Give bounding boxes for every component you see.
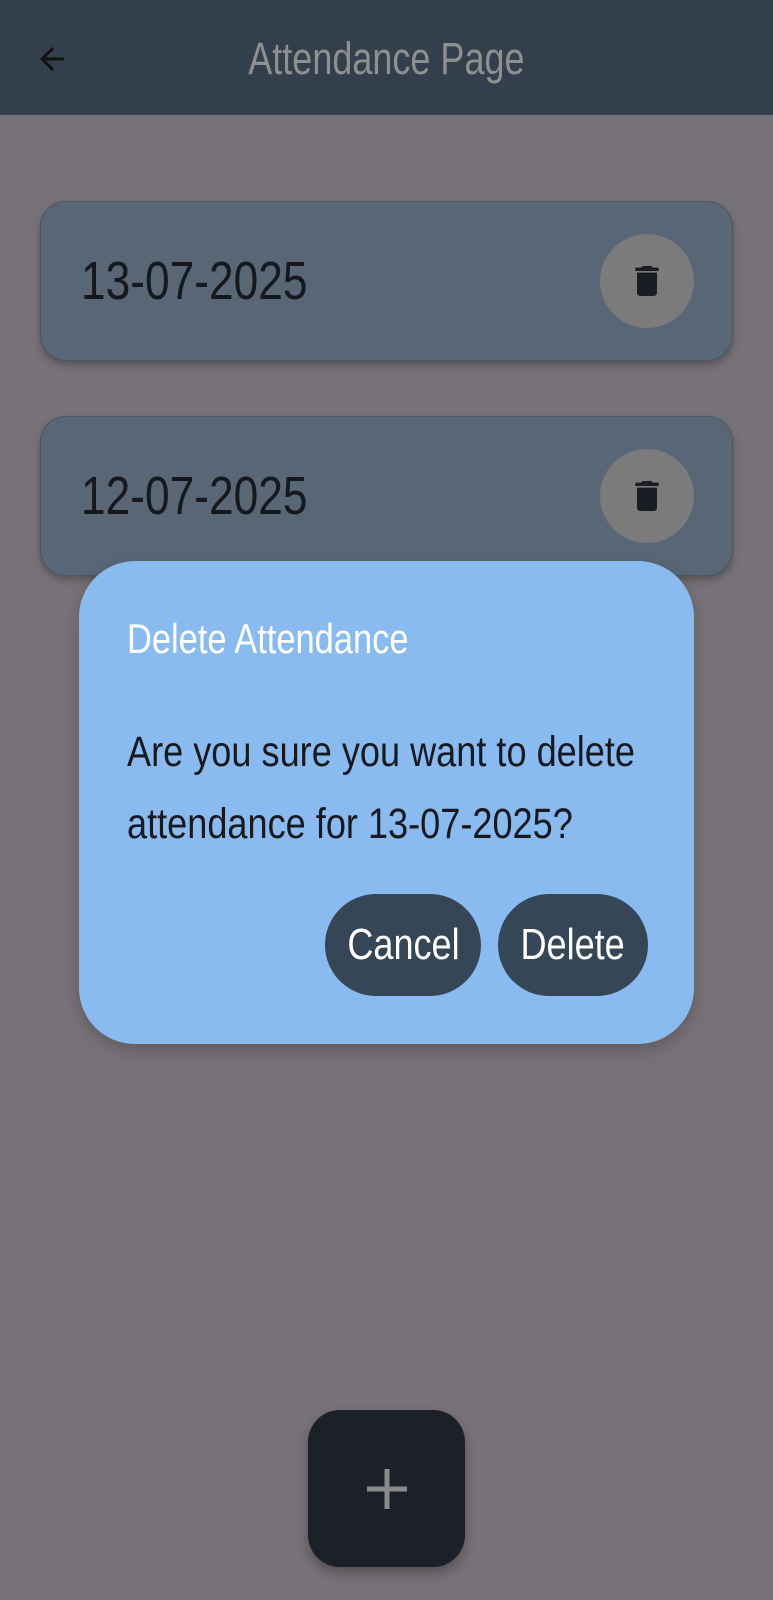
arrow-left-icon	[40, 47, 64, 71]
confirm-delete-button[interactable]: Delete	[498, 894, 648, 996]
plus-icon	[366, 1468, 407, 1509]
cancel-button-label: Cancel	[346, 920, 460, 969]
attendance-date: 13-07-2025	[81, 251, 308, 311]
attendance-card-2[interactable]: 12-07-2025	[40, 416, 733, 576]
back-button[interactable]	[30, 37, 74, 81]
dialog-message-line-1: Are you sure you want to delete	[127, 728, 636, 776]
cancel-button[interactable]: Cancel	[325, 894, 481, 996]
trash-icon	[635, 266, 659, 296]
attendance-date: 12-07-2025	[81, 466, 308, 526]
attendance-card-1[interactable]: 13-07-2025	[40, 201, 733, 361]
dialog-message-line-2: attendance for 13-07-2025?	[127, 800, 573, 848]
app-bar: Attendance Page	[0, 0, 773, 115]
delete-attendance-button[interactable]	[600, 234, 694, 328]
trash-icon	[635, 481, 659, 511]
page-title: Attendance Page	[248, 33, 525, 84]
delete-confirmation-dialog: Delete Attendance Are you sure you want …	[79, 561, 694, 1044]
delete-attendance-button[interactable]	[600, 449, 694, 543]
add-attendance-button[interactable]	[308, 1410, 465, 1567]
dialog-message: Are you sure you want to delete attendan…	[127, 716, 635, 860]
delete-button-label: Delete	[520, 920, 626, 969]
dialog-title: Delete Attendance	[127, 615, 409, 662]
